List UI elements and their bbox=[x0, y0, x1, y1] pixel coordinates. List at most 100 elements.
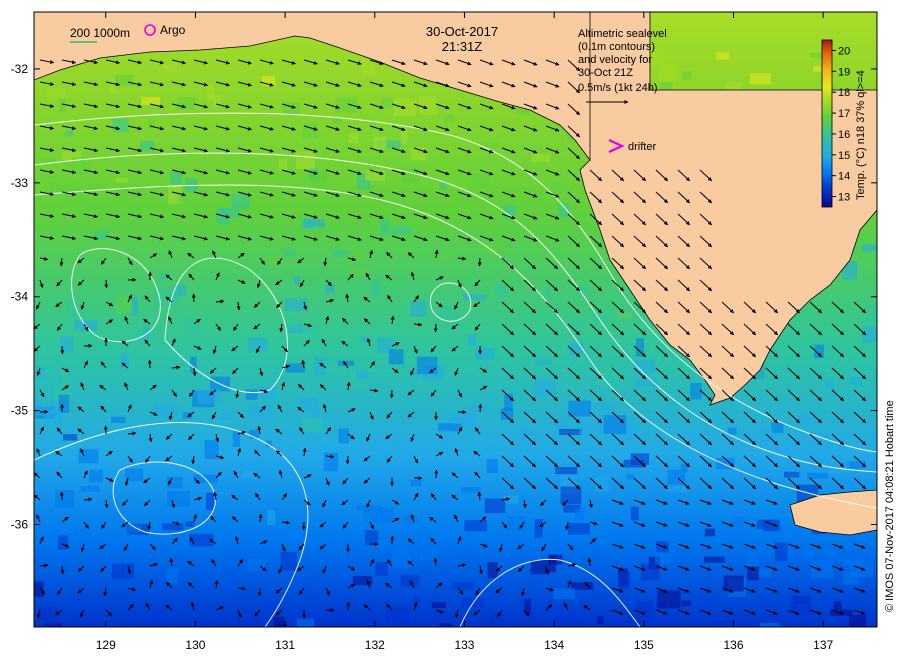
sst-patch bbox=[658, 64, 675, 81]
sst-patch bbox=[861, 244, 877, 252]
sst-patch bbox=[829, 458, 850, 474]
sst-patch bbox=[158, 273, 170, 281]
sst-patch bbox=[494, 284, 509, 298]
sst-patch bbox=[439, 623, 453, 627]
sst-patch bbox=[206, 492, 215, 511]
sst-patch bbox=[182, 412, 193, 419]
sst-patch bbox=[690, 383, 702, 400]
x-tick-label: 130 bbox=[185, 638, 205, 652]
sst-patch bbox=[534, 519, 543, 538]
sst-patch bbox=[371, 278, 381, 297]
sst-patch bbox=[626, 473, 635, 480]
sst-patch bbox=[413, 596, 421, 604]
sst-patch bbox=[660, 82, 673, 90]
sst-patch bbox=[531, 153, 551, 162]
sst-patch bbox=[595, 475, 609, 492]
sst-patch bbox=[467, 405, 487, 411]
sst-patch bbox=[738, 451, 746, 459]
sst-patch bbox=[731, 516, 745, 527]
colorbar-tick-label: 15 bbox=[838, 150, 850, 162]
sst-patch bbox=[657, 590, 681, 609]
sst-patch bbox=[727, 427, 737, 435]
sst-patch bbox=[385, 605, 409, 624]
sst-patch bbox=[139, 141, 155, 152]
x-tick-label: 132 bbox=[365, 638, 385, 652]
sst-patch bbox=[560, 486, 582, 505]
x-tick-label: 136 bbox=[723, 638, 743, 652]
sst-patch bbox=[686, 432, 694, 440]
sst-map: 129 130 131 132 133 134 135 136 137 -32 -33 -34 -35… bbox=[11, 11, 878, 652]
sst-patch bbox=[436, 254, 452, 261]
sst-patch bbox=[444, 114, 454, 123]
sst-patch bbox=[183, 317, 202, 333]
sst-patch bbox=[62, 369, 69, 388]
info-line-1: Altimetric sealevel bbox=[578, 28, 667, 40]
sst-patch bbox=[324, 284, 335, 294]
sst-patch bbox=[267, 256, 284, 266]
sst-patch bbox=[580, 284, 588, 294]
sst-patch bbox=[294, 276, 301, 285]
sst-patch bbox=[431, 602, 446, 609]
y-tick-label: -34 bbox=[11, 290, 29, 304]
sst-patch bbox=[439, 182, 447, 189]
sst-patch bbox=[617, 312, 633, 319]
sst-patch bbox=[603, 415, 627, 435]
sst-patch bbox=[231, 194, 250, 210]
sst-patch bbox=[280, 551, 297, 571]
sst-patch bbox=[120, 353, 129, 369]
sst-patch bbox=[36, 365, 45, 379]
sst-patch bbox=[794, 595, 811, 605]
sst-patch bbox=[811, 560, 834, 579]
sst-patch bbox=[842, 571, 859, 585]
sst-patch bbox=[63, 434, 78, 441]
sst-patch bbox=[34, 581, 44, 597]
sst-patch bbox=[876, 623, 877, 627]
sst-patch bbox=[703, 556, 725, 563]
sst-patch bbox=[483, 241, 503, 254]
sst-patch bbox=[763, 519, 780, 532]
sst-patch bbox=[534, 379, 556, 397]
sst-patch bbox=[549, 555, 557, 573]
sst-patch bbox=[243, 470, 257, 479]
sst-patch bbox=[416, 356, 438, 375]
sst-patch bbox=[597, 615, 604, 624]
sst-patch bbox=[596, 366, 619, 385]
sst-patch bbox=[771, 422, 784, 433]
sst-patch bbox=[824, 380, 835, 389]
sst-patch bbox=[318, 444, 328, 454]
sst-patch bbox=[783, 471, 800, 478]
sst-patch bbox=[392, 226, 412, 235]
colorbar-tick-label: 14 bbox=[838, 171, 850, 183]
sst-patch bbox=[245, 389, 258, 400]
sst-patch bbox=[392, 550, 412, 568]
sst-patch bbox=[189, 533, 214, 547]
sst-patch bbox=[464, 519, 487, 532]
sst-patch bbox=[381, 97, 394, 108]
sst-patch bbox=[467, 333, 477, 346]
sst-patch bbox=[452, 582, 474, 590]
sst-patch bbox=[410, 300, 427, 317]
sst-patch bbox=[393, 98, 417, 116]
sst-patch bbox=[579, 426, 592, 441]
sst-patch bbox=[352, 575, 373, 586]
sst-patch bbox=[747, 566, 760, 581]
sst-patch bbox=[552, 588, 575, 600]
sst-patch bbox=[364, 530, 379, 546]
colorbar-tick-label: 18 bbox=[838, 87, 850, 99]
sst-patch bbox=[267, 509, 276, 525]
sst-patch bbox=[375, 562, 388, 576]
sst-patch bbox=[574, 507, 585, 521]
sst-patch bbox=[555, 466, 578, 475]
sst-patch bbox=[303, 219, 325, 228]
sst-patch bbox=[282, 102, 301, 115]
sst-patch bbox=[471, 173, 490, 190]
sst-patch bbox=[80, 485, 100, 492]
sst-patch bbox=[550, 181, 562, 190]
sst-patch bbox=[760, 622, 780, 627]
sst-patch bbox=[218, 414, 232, 420]
info-line-4: 30-Oct 21Z bbox=[578, 67, 633, 79]
sst-patch bbox=[758, 536, 767, 549]
sst-patch bbox=[515, 361, 524, 379]
colorbar-tick-label: 20 bbox=[838, 45, 850, 57]
sst-patch bbox=[388, 349, 404, 365]
